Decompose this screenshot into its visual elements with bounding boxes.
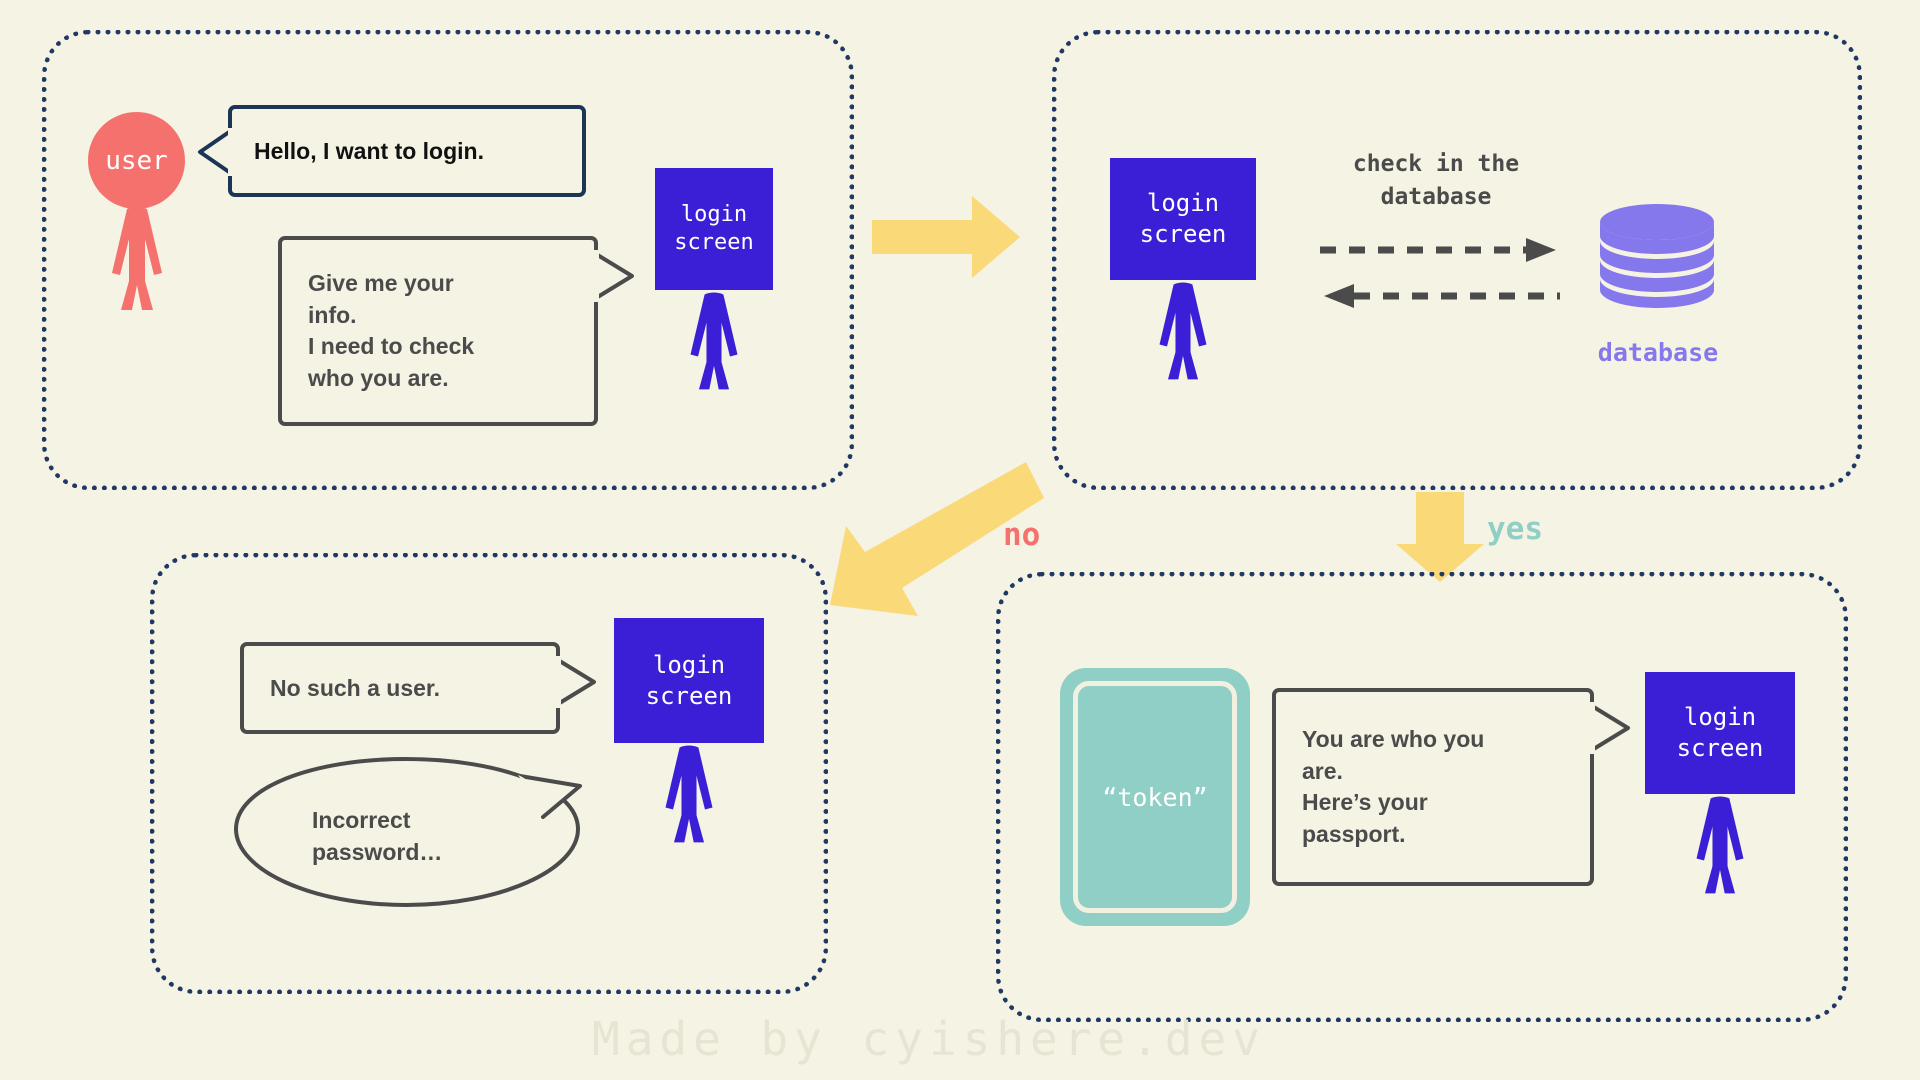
login-screen-3-line2: screen bbox=[645, 681, 733, 710]
check-database-label: check in the database bbox=[1322, 148, 1550, 215]
login-screen-1-figure-icon bbox=[690, 292, 738, 390]
login-screen-2: login screen bbox=[1110, 158, 1256, 380]
login-screen-4: login screen bbox=[1645, 672, 1795, 894]
bubble-no-such-user-text: No such a user. bbox=[270, 674, 441, 701]
login-screen-4-figure-icon bbox=[1696, 796, 1744, 894]
login-screen-3-line1: login bbox=[652, 650, 726, 679]
bubble-give-info: Give me your info. I need to check who y… bbox=[278, 236, 598, 426]
token-card: “token” bbox=[1060, 668, 1250, 926]
dashed-arrow-from-database-icon bbox=[1324, 284, 1560, 308]
bubble-no-such-user: No such a user. bbox=[240, 642, 560, 734]
user-head-icon: user bbox=[88, 112, 185, 209]
bubble-passport-text: You are who you are. Here’s your passpor… bbox=[1302, 726, 1485, 847]
bubble-hello-tail-icon bbox=[198, 128, 236, 176]
token-label: “token” bbox=[1102, 782, 1208, 812]
diagram-canvas: user Hello, I want to login. Give me you… bbox=[0, 0, 1920, 1080]
login-screen-2-line1: login bbox=[1146, 189, 1220, 218]
login-screen-2-line2: screen bbox=[1139, 220, 1227, 248]
bubble-no-such-user-tail-icon bbox=[554, 656, 596, 708]
token-card-inner: “token” bbox=[1073, 681, 1237, 913]
login-screen-1-box: login screen bbox=[655, 168, 773, 290]
check-database-line1: check in the bbox=[1352, 151, 1520, 177]
flow-arrow-down-icon bbox=[1396, 492, 1484, 582]
database-label: database bbox=[1597, 338, 1719, 367]
database-icon bbox=[1600, 204, 1714, 308]
login-screen-2-figure-icon bbox=[1159, 282, 1207, 380]
login-screen-3-box: login screen bbox=[614, 618, 764, 743]
dashed-arrow-to-database-icon bbox=[1320, 238, 1556, 262]
user-label: user bbox=[105, 145, 168, 176]
check-database-line2: database bbox=[1380, 184, 1492, 211]
flow-label-yes: yes bbox=[1487, 511, 1543, 547]
login-screen-1: login screen bbox=[655, 168, 773, 390]
flow-arrow-right-icon bbox=[872, 196, 1020, 278]
login-screen-4-box: login screen bbox=[1645, 672, 1795, 794]
user-body-icon bbox=[112, 207, 162, 310]
login-screen-3-figure-icon bbox=[665, 745, 713, 843]
bubble-hello: Hello, I want to login. bbox=[228, 105, 586, 197]
bubble-hello-text: Hello, I want to login. bbox=[254, 137, 484, 164]
bubble-give-info-tail-icon bbox=[592, 250, 634, 302]
login-screen-4-line1: login bbox=[1683, 703, 1757, 732]
bubble-passport: You are who you are. Here’s your passpor… bbox=[1272, 688, 1594, 886]
bubble-incorrect-password-text: Incorrect password… bbox=[312, 807, 443, 865]
watermark-text: Made by cyishere.dev bbox=[592, 1012, 1266, 1066]
login-screen-1-line2: screen bbox=[674, 230, 754, 255]
login-screen-4-line2: screen bbox=[1676, 734, 1764, 762]
bubble-give-info-text: Give me your info. I need to check who y… bbox=[308, 270, 475, 391]
flow-label-no: no bbox=[1003, 517, 1041, 553]
bubble-passport-tail-icon bbox=[1588, 702, 1630, 754]
login-screen-3: login screen bbox=[614, 618, 764, 843]
login-screen-2-box: login screen bbox=[1110, 158, 1256, 280]
login-screen-1-line1: login bbox=[680, 201, 748, 227]
